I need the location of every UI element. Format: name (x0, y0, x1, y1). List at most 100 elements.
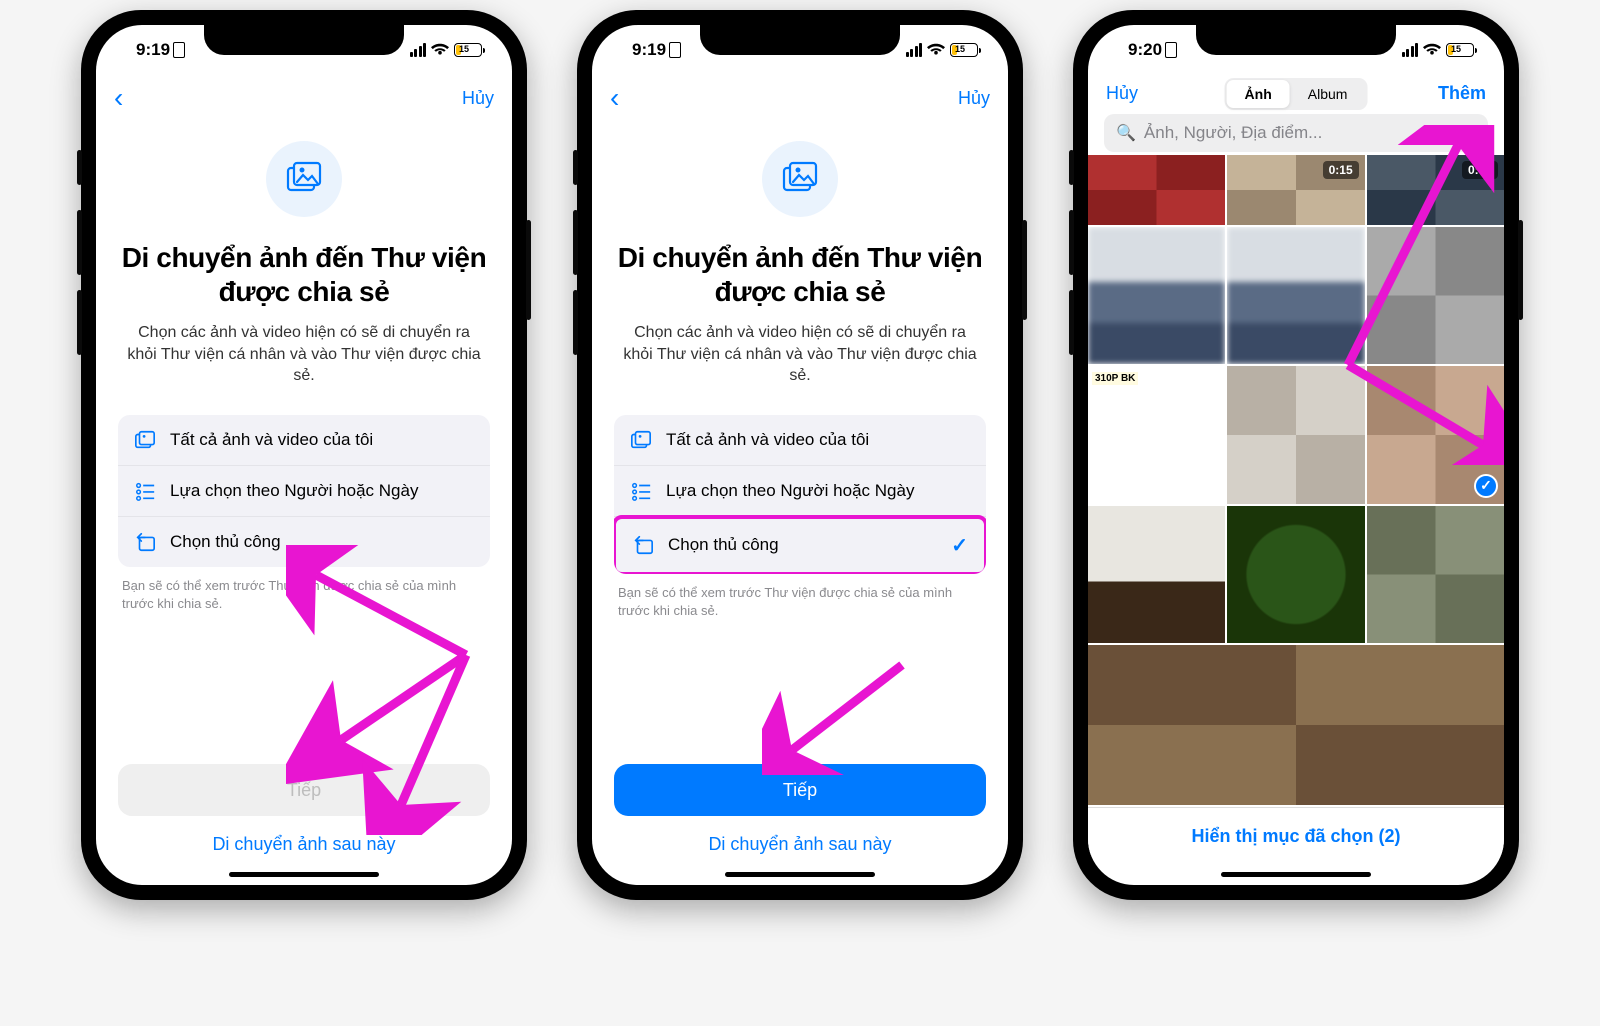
photos-hero-icon (266, 141, 342, 217)
move-later-link[interactable]: Di chuyển ảnh sau này (118, 834, 490, 855)
footer-label: Hiển thị mục đã chọn (2) (1191, 826, 1400, 846)
move-later-link[interactable]: Di chuyển ảnh sau này (614, 834, 986, 855)
photo-thumbnail[interactable] (1367, 506, 1504, 643)
option-label: Chọn thủ công (668, 535, 937, 555)
volume-up (77, 210, 82, 275)
option-label: Lựa chọn theo Người hoặc Ngày (170, 481, 474, 501)
option-label: Tất cả ảnh và video của tôi (666, 430, 970, 450)
status-time: 9:20 (1128, 40, 1162, 60)
option-label: Tất cả ảnh và video của tôi (170, 430, 474, 450)
add-button[interactable]: Thêm (1438, 83, 1486, 104)
selected-badge-icon: ✓ (1474, 474, 1498, 498)
options-list: Tất cả ảnh và video của tôi Lựa chọn the… (614, 415, 986, 574)
wifi-icon (431, 43, 449, 57)
volume-down (1069, 290, 1074, 355)
share-icon (632, 534, 654, 556)
signal-icon (1402, 43, 1419, 57)
segment-albums[interactable]: Album (1290, 80, 1366, 108)
photo-thumbnail[interactable] (1088, 155, 1225, 225)
nav-bar: ‹ Hủy (96, 75, 512, 121)
mute-switch (1069, 150, 1074, 185)
photo-thumbnail[interactable] (1227, 506, 1364, 643)
option-label: Lựa chọn theo Người hoặc Ngày (666, 481, 970, 501)
share-icon (134, 531, 156, 553)
hint-text: Bạn sẽ có thể xem trước Thư viện được ch… (122, 577, 486, 612)
photo-thumbnail[interactable]: 0:48 (1367, 155, 1504, 225)
option-manual[interactable]: Chọn thủ công ✓ (614, 515, 986, 574)
photo-thumbnail[interactable] (1227, 366, 1364, 503)
back-button[interactable]: ‹ (610, 82, 619, 114)
picker-nav-bar: Hủy Ảnh Album Thêm (1088, 75, 1504, 110)
page-subtitle: Chọn các ảnh và video hiện có sẽ di chuy… (614, 322, 986, 387)
sim-icon (669, 42, 681, 58)
phone-mockup-1: 9:19 15 ‹ Hủy Di chuyển ảnh đến Thư viện… (81, 10, 527, 900)
home-indicator[interactable] (229, 872, 379, 877)
battery-icon: 15 (950, 43, 978, 57)
option-people-date[interactable]: Lựa chọn theo Người hoặc Ngày (118, 466, 490, 517)
next-button[interactable]: Tiếp (118, 764, 490, 816)
back-button[interactable]: ‹ (114, 82, 123, 114)
hint-text: Bạn sẽ có thể xem trước Thư viện được ch… (618, 584, 982, 619)
option-all-photos[interactable]: Tất cả ảnh và video của tôi (614, 415, 986, 466)
volume-up (573, 210, 578, 275)
option-manual[interactable]: Chọn thủ công (118, 517, 490, 567)
search-icon: 🔍 (1116, 123, 1136, 143)
sim-icon (1165, 42, 1177, 58)
volume-up (1069, 210, 1074, 275)
annotation-arrow (762, 645, 922, 775)
mute-switch (573, 150, 578, 185)
wifi-icon (1423, 43, 1441, 57)
power-button (1022, 220, 1027, 320)
doc-label: 310P BK (1092, 372, 1138, 385)
home-indicator[interactable] (725, 872, 875, 877)
battery-icon: 15 (1446, 43, 1474, 57)
photo-thumbnail[interactable]: 310P BK (1088, 366, 1225, 503)
photos-hero-icon (762, 141, 838, 217)
option-all-photos[interactable]: Tất cả ảnh và video của tôi (118, 415, 490, 466)
photo-thumbnail[interactable] (1088, 227, 1225, 364)
selected-footer[interactable]: Hiển thị mục đã chọn (2) (1088, 807, 1504, 855)
mute-switch (77, 150, 82, 185)
cancel-button[interactable]: Hủy (958, 88, 990, 109)
nav-bar: ‹ Hủy (592, 75, 1008, 121)
checkmark-icon: ✓ (951, 533, 968, 558)
search-placeholder: Ảnh, Người, Địa điểm... (1144, 123, 1322, 143)
notch (204, 25, 404, 55)
notch (1196, 25, 1396, 55)
next-button[interactable]: Tiếp (614, 764, 986, 816)
volume-down (573, 290, 578, 355)
phone-mockup-2: 9:19 15 ‹ Hủy Di chuyển ảnh đến Thư viện… (577, 10, 1023, 900)
notch (700, 25, 900, 55)
segment-control[interactable]: Ảnh Album (1225, 78, 1368, 110)
volume-down (77, 290, 82, 355)
search-field[interactable]: 🔍 Ảnh, Người, Địa điểm... (1104, 114, 1488, 152)
cancel-button[interactable]: Hủy (1106, 83, 1138, 104)
option-label: Chọn thủ công (170, 532, 474, 552)
list-icon (134, 480, 156, 502)
cancel-button[interactable]: Hủy (462, 88, 494, 109)
signal-icon (906, 43, 923, 57)
photo-grid: 0:15 0:48 310P BK (1088, 155, 1504, 805)
photo-thumbnail[interactable] (1227, 227, 1364, 364)
option-people-date[interactable]: Lựa chọn theo Người hoặc Ngày (614, 466, 986, 517)
wifi-icon (927, 43, 945, 57)
photo-thumbnail[interactable]: 0:15 (1227, 155, 1364, 225)
page-title: Di chuyển ảnh đến Thư viện được chia sẻ (614, 241, 986, 308)
home-indicator[interactable] (1221, 872, 1371, 877)
phone-mockup-3: 9:20 15 Hủy Ảnh Album Thêm 🔍 (1073, 10, 1519, 900)
segment-photos[interactable]: Ảnh (1227, 80, 1290, 108)
battery-icon: 15 (454, 43, 482, 57)
options-list: Tất cả ảnh và video của tôi Lựa chọn the… (118, 415, 490, 567)
photos-icon (630, 429, 652, 451)
photos-icon (134, 429, 156, 451)
photo-thumbnail[interactable]: ✓ (1367, 366, 1504, 503)
list-icon (630, 480, 652, 502)
power-button (1518, 220, 1523, 320)
photo-thumbnail[interactable] (1367, 227, 1504, 364)
photo-thumbnail[interactable] (1088, 645, 1504, 805)
page-title: Di chuyển ảnh đến Thư viện được chia sẻ (118, 241, 490, 308)
photo-thumbnail[interactable] (1088, 506, 1225, 643)
sim-icon (173, 42, 185, 58)
duration-badge: 0:48 (1462, 161, 1498, 179)
power-button (526, 220, 531, 320)
